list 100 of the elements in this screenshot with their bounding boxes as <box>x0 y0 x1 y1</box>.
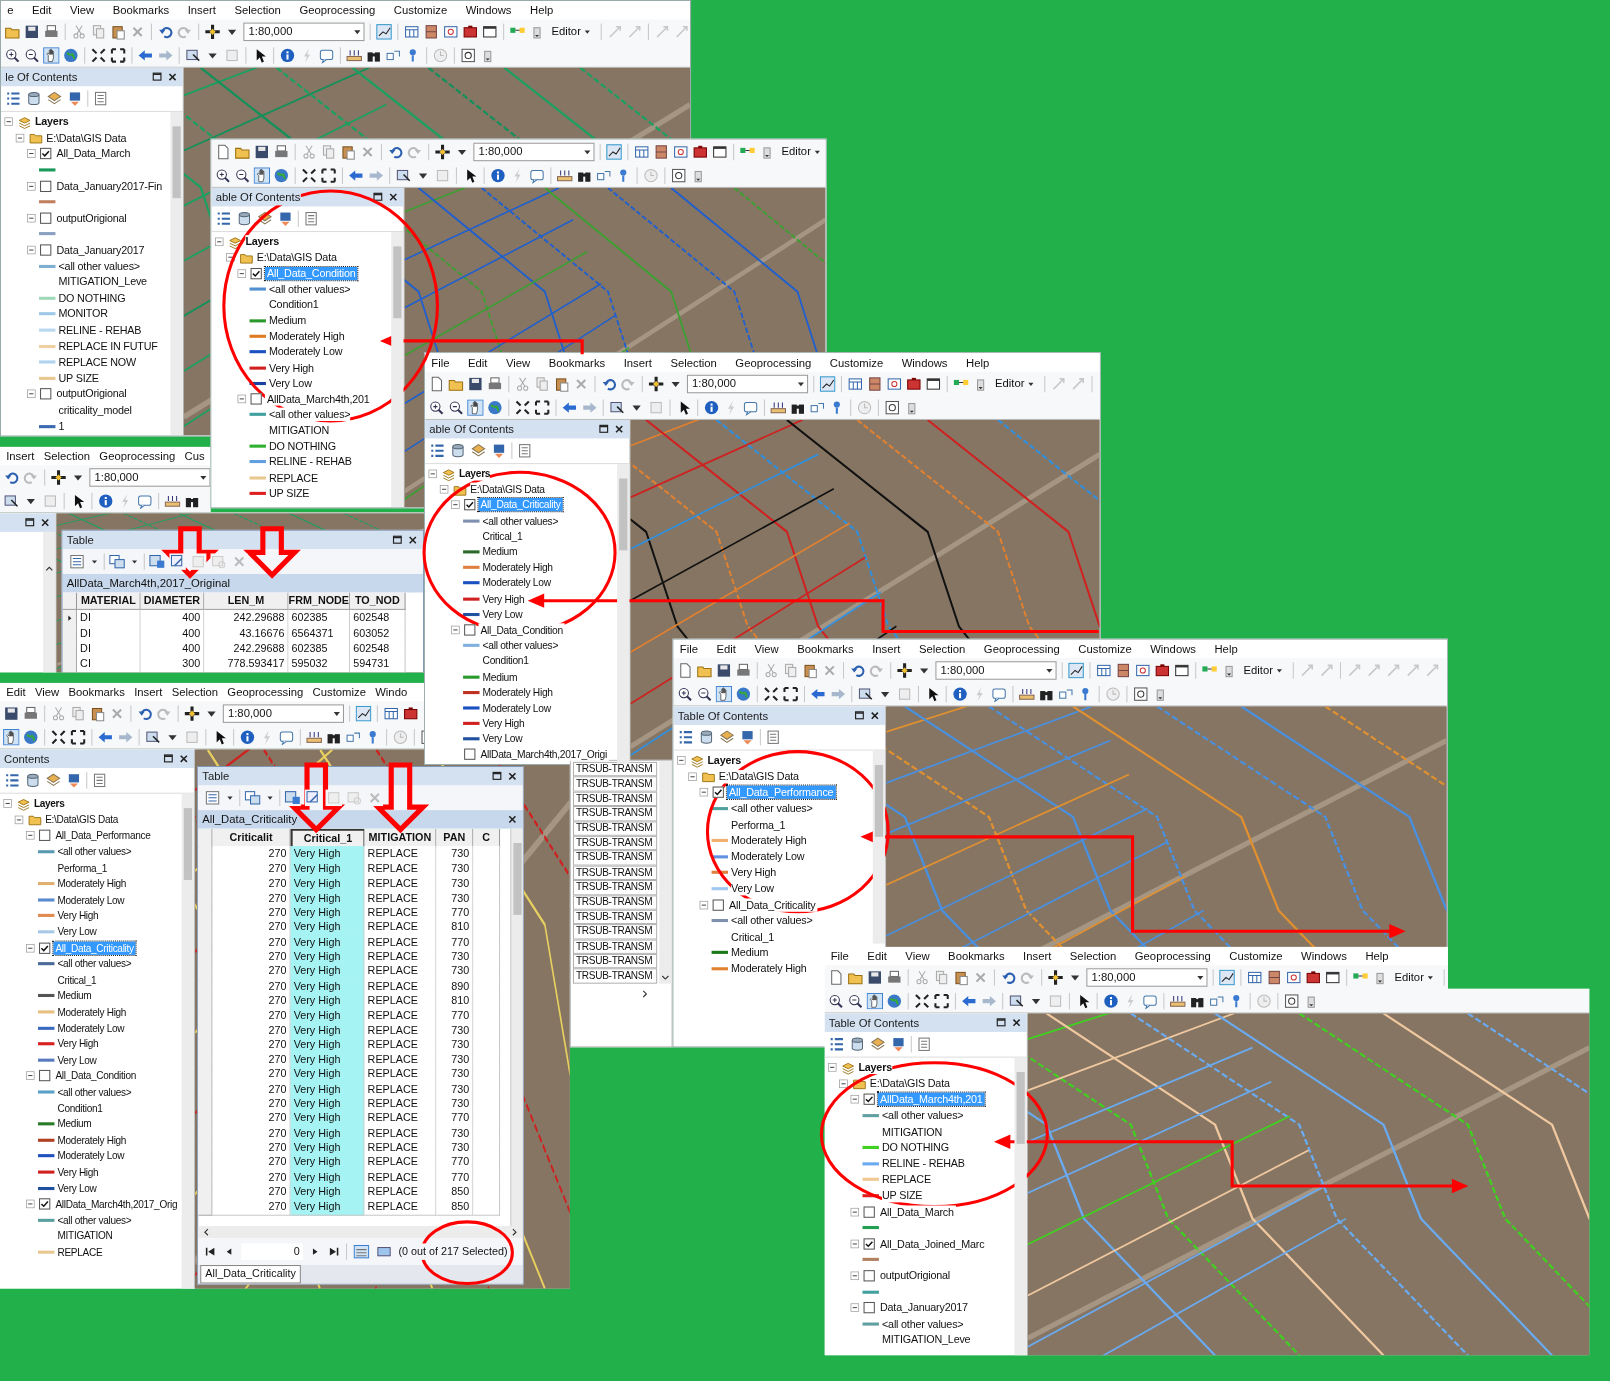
menu-item[interactable]: Customize <box>1078 640 1132 658</box>
tree-label[interactable]: Layers <box>459 467 491 481</box>
menu-item[interactable]: Insert <box>623 354 652 371</box>
scale-field[interactable]: 1:80,000 <box>243 22 365 41</box>
menu-item[interactable]: Windows <box>465 1 512 19</box>
menu-item[interactable]: Selection <box>171 683 219 701</box>
menu-item[interactable]: Windows <box>901 354 948 371</box>
scale-field[interactable]: 1:80,000 <box>222 703 344 723</box>
menu-item[interactable]: Edit <box>716 640 736 658</box>
column-header[interactable]: LEN_M <box>204 592 289 610</box>
column-header[interactable]: DIAMETER <box>140 592 205 610</box>
layer-name[interactable]: All_Data_Joined_Marc <box>877 1237 987 1251</box>
table-tab[interactable]: All_Data_Criticality <box>200 1265 301 1284</box>
column-header[interactable]: PAN <box>436 828 474 848</box>
menu-item[interactable]: Insert <box>1023 947 1052 965</box>
menu-item[interactable]: Edit <box>467 354 488 371</box>
menu-item[interactable]: File <box>830 947 849 965</box>
menu-item[interactable]: File <box>679 640 698 658</box>
layer-name[interactable]: outputOrigional <box>877 1269 953 1283</box>
layer-name[interactable]: outputOrigional <box>54 211 129 225</box>
menu-item[interactable]: View <box>905 947 930 965</box>
column-header[interactable]: MATERIAL <box>77 592 141 610</box>
scale-field[interactable]: 1:80,000 <box>473 142 595 161</box>
editor-menu-button[interactable]: Editor <box>991 374 1039 393</box>
layer-name[interactable]: Data_January2017-Fin <box>54 179 165 193</box>
layer-name[interactable]: All_Data_Performance <box>53 829 153 843</box>
editor-menu-button[interactable]: Editor <box>548 22 596 41</box>
menu-item[interactable]: Customize <box>829 354 884 371</box>
menu-item[interactable]: Bookmarks <box>797 640 854 658</box>
menu-item[interactable]: e <box>7 1 14 19</box>
menu-item[interactable]: Help <box>966 354 990 371</box>
menu-item[interactable]: Selection <box>43 447 91 465</box>
menu-item[interactable]: Insert <box>187 1 216 19</box>
menu-item[interactable]: Geoprocessing <box>299 1 376 19</box>
tree-label[interactable]: Layers <box>858 1061 892 1075</box>
menu-item[interactable]: Windows <box>1301 947 1347 965</box>
layer-name[interactable]: AllData_March4th,201 <box>264 392 372 406</box>
menu-item[interactable]: Customize <box>393 1 448 19</box>
menu-item[interactable]: View <box>505 354 531 371</box>
tree-label[interactable]: Layers <box>33 797 65 811</box>
menu-item[interactable]: Geoprocessing <box>983 640 1060 658</box>
menu-item[interactable]: Insert <box>872 640 901 658</box>
tree-label[interactable]: Layers <box>245 235 279 249</box>
layer-name[interactable]: Data_January2017 <box>54 243 147 257</box>
layer-name[interactable]: All_Data_Condition <box>478 623 565 637</box>
layer-name[interactable]: Data_January2017 <box>877 1301 970 1315</box>
menu-item[interactable]: Geoprocessing <box>227 683 304 701</box>
scale-field[interactable]: 1:80,000 <box>89 467 211 487</box>
folder-name[interactable]: E:\Data\GIS Data <box>46 131 127 145</box>
menu-item[interactable]: Windows <box>1150 640 1196 658</box>
record-field[interactable]: 0 <box>241 1243 303 1260</box>
column-header[interactable]: C <box>473 828 501 848</box>
layer-name[interactable]: AllData_March4th,2017_Orig <box>53 1197 180 1211</box>
layer-name[interactable]: All_Data_March <box>54 147 133 161</box>
menu-item[interactable]: Customize <box>1229 947 1283 965</box>
menu-item[interactable]: Insert <box>6 447 35 465</box>
menu-item[interactable]: Selection <box>1069 947 1117 965</box>
column-header[interactable]: TO_NOD <box>350 592 406 610</box>
menu-item[interactable]: Cus <box>184 447 205 465</box>
layer-name[interactable]: AllData_March4th,2017_Origi <box>478 748 609 762</box>
menu-item[interactable]: Customize <box>312 683 366 701</box>
tree-label[interactable]: Layers <box>34 115 69 129</box>
menu-item[interactable]: File <box>431 354 450 371</box>
menu-item[interactable]: Windo <box>375 683 408 701</box>
menu-item[interactable]: Help <box>1214 640 1238 658</box>
menu-item[interactable]: Insert <box>134 683 163 701</box>
folder-name[interactable]: E:\Data\GIS Data <box>718 770 799 784</box>
editor-menu-button[interactable]: Editor <box>1240 660 1288 680</box>
menu-item[interactable]: Selection <box>234 1 281 19</box>
menu-item[interactable]: Bookmarks <box>948 947 1005 965</box>
menu-item[interactable]: Geoprocessing <box>99 447 176 465</box>
scale-field[interactable]: 1:80,000 <box>686 374 809 393</box>
menu-item[interactable]: Selection <box>918 640 966 658</box>
scale-field[interactable]: 1:80,000 <box>1086 967 1208 987</box>
scale-field[interactable]: 1:80,000 <box>935 660 1057 680</box>
menu-item[interactable]: View <box>34 683 60 701</box>
menu-item[interactable]: Help <box>530 1 554 19</box>
menu-item[interactable]: Edit <box>6 683 26 701</box>
menu-item[interactable]: Geoprocessing <box>735 354 812 371</box>
editor-menu-button[interactable]: Editor <box>1391 967 1439 987</box>
column-header[interactable]: Criticalit <box>212 828 291 848</box>
menu-item[interactable]: Edit <box>31 1 52 19</box>
column-header[interactable]: MITIGATION <box>364 828 437 848</box>
menu-item[interactable]: Edit <box>867 947 887 965</box>
menu-item[interactable]: Bookmarks <box>68 683 125 701</box>
tree-label[interactable]: Layers <box>707 754 741 768</box>
editor-menu-button[interactable]: Editor <box>778 142 826 161</box>
menu-item[interactable]: Selection <box>670 354 717 371</box>
menu-item[interactable]: Geoprocessing <box>1134 947 1211 965</box>
column-header[interactable]: Critical_1 <box>290 828 365 848</box>
menu-item[interactable]: Bookmarks <box>548 354 606 371</box>
menu-item[interactable]: Bookmarks <box>112 1 170 19</box>
layer-name[interactable]: outputOrigional <box>54 387 129 401</box>
menu-item[interactable]: View <box>69 1 95 19</box>
menu-item[interactable]: View <box>754 640 779 658</box>
menu-item[interactable]: Help <box>1365 947 1389 965</box>
column-header[interactable]: FRM_NODE <box>288 592 351 610</box>
layer-name[interactable]: All_Data_Criticality <box>726 898 818 912</box>
layer-name[interactable]: All_Data_Condition <box>53 1069 139 1083</box>
layer-name[interactable]: All_Data_March <box>877 1205 956 1219</box>
